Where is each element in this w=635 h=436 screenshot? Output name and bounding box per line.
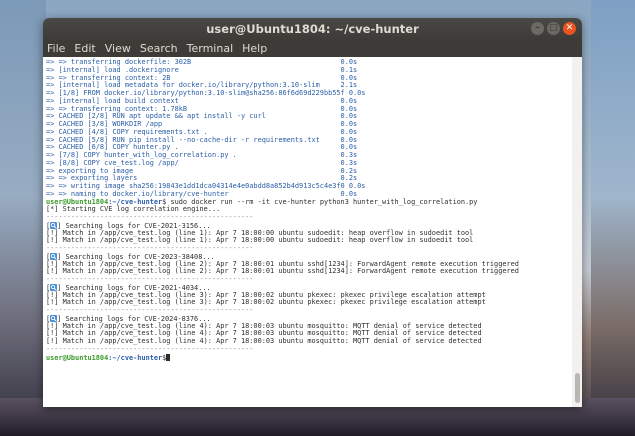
separator: ----------------------------------------… xyxy=(46,306,254,314)
separator: ----------------------------------------… xyxy=(46,344,254,353)
minimize-button[interactable]: – xyxy=(531,22,544,35)
prompt-path: :~/cve-hunter xyxy=(108,353,163,362)
scrollbar-thumb[interactable] xyxy=(575,373,580,403)
menu-bar: File Edit View Search Terminal Help xyxy=(43,40,582,57)
menu-search[interactable]: Search xyxy=(140,42,178,55)
maximize-button[interactable]: □ xyxy=(547,22,560,35)
terminal-output[interactable]: => => transferring dockerfile: 302B 0.0s… xyxy=(43,57,572,407)
separator: ----------------------------------------… xyxy=(46,275,254,283)
prompt-user: user@Ubuntu1804 xyxy=(46,353,109,362)
close-button[interactable]: ✕ xyxy=(563,22,576,35)
desktop-wallpaper-left xyxy=(0,0,46,436)
menu-terminal[interactable]: Terminal xyxy=(187,42,234,55)
separator: ----------------------------------------… xyxy=(46,244,254,252)
separator-line: ----------------------------------------… xyxy=(46,213,572,222)
scrollbar[interactable] xyxy=(572,57,582,407)
menu-file[interactable]: File xyxy=(47,42,65,55)
menu-view[interactable]: View xyxy=(105,42,131,55)
desktop-wallpaper-right xyxy=(591,0,635,436)
separator-line: ----------------------------------------… xyxy=(46,344,572,354)
separator-line: ----------------------------------------… xyxy=(46,244,572,253)
menu-help[interactable]: Help xyxy=(242,42,267,55)
title-bar[interactable]: user@Ubuntu1804: ~/cve-hunter – □ ✕ xyxy=(43,18,582,40)
window-controls: – □ ✕ xyxy=(531,22,576,35)
prompt-line: user@Ubuntu1804:~/cve-hunter$ xyxy=(46,353,572,362)
separator: ----------------------------------------… xyxy=(46,213,254,221)
menu-edit[interactable]: Edit xyxy=(74,42,95,55)
separator-line: ----------------------------------------… xyxy=(46,306,572,315)
terminal-window: user@Ubuntu1804: ~/cve-hunter – □ ✕ File… xyxy=(43,18,582,407)
window-title: user@Ubuntu1804: ~/cve-hunter xyxy=(206,22,419,36)
terminal-cursor xyxy=(166,353,171,361)
separator-line: ----------------------------------------… xyxy=(46,275,572,284)
